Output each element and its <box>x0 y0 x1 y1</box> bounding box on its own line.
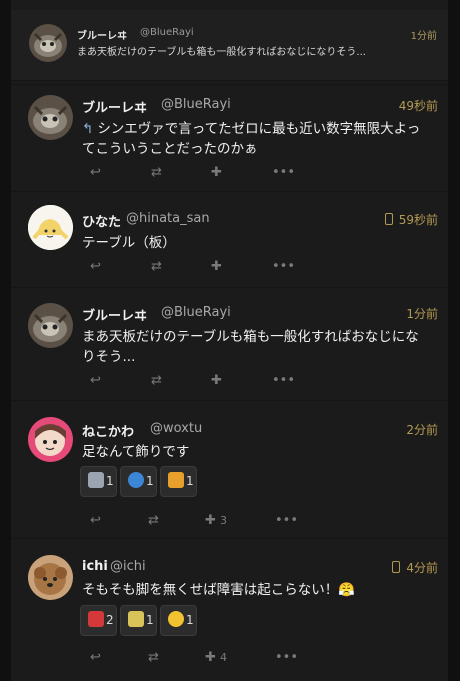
author-name[interactable]: ひなた <box>82 211 121 230</box>
more-icon[interactable]: ••• <box>275 650 298 665</box>
note-time[interactable]: 49秒前 <box>399 97 438 114</box>
note-time[interactable]: 1分前 <box>406 305 438 322</box>
avatar[interactable] <box>29 24 67 62</box>
emoji-reaction-icon <box>88 472 104 488</box>
more-icon[interactable]: ••• <box>272 259 295 274</box>
emoji-reaction-icon <box>168 472 184 488</box>
more-icon[interactable]: ••• <box>272 165 295 180</box>
plus-icon[interactable]: ✚ <box>211 373 222 388</box>
reaction-count: 4 <box>220 651 228 664</box>
author-handle[interactable]: @BlueRayi <box>161 305 231 320</box>
reply-arrow-icon: ↰ <box>82 121 94 137</box>
note-text: まあ天板だけのテーブルも箱も一般化すればおなじになりそう... <box>82 329 419 365</box>
notification-time[interactable]: 1分前 <box>411 27 437 42</box>
author-handle[interactable]: @BlueRayi <box>161 97 231 112</box>
emoji-reaction-icon <box>88 611 104 627</box>
emoji-reaction-icon <box>168 611 184 627</box>
note: ひなた @hinata_san 59秒前 テーブル（板） ↩ ⇄ ✚ ••• <box>11 191 448 288</box>
renote-icon[interactable]: ⇄ <box>151 165 162 180</box>
note-text: テーブル（板） <box>82 235 176 251</box>
author-name[interactable]: ichi <box>82 559 108 574</box>
plus-icon[interactable]: ✚ <box>211 165 222 180</box>
note-time[interactable]: 2分前 <box>406 421 438 438</box>
more-icon[interactable]: ••• <box>275 513 298 528</box>
author-name[interactable]: ブルーレヰ <box>82 305 147 324</box>
notification-handle[interactable]: @BlueRayi <box>140 27 194 38</box>
reaction-button[interactable]: 2 <box>80 605 117 636</box>
avatar[interactable] <box>28 95 73 140</box>
renote-icon[interactable]: ⇄ <box>148 650 159 665</box>
notification-card[interactable]: ブルーレヰ @BlueRayi 1分前 まあ天板だけのテーブルも箱も一般化すれば… <box>11 10 448 81</box>
phone-icon <box>392 561 401 573</box>
notification-text: まあ天板だけのテーブルも箱も一般化すればおなじになりそう... <box>77 47 366 58</box>
note: ブルーレヰ @BlueRayi 1分前 まあ天板だけのテーブルも箱も一般化すれば… <box>11 287 448 401</box>
note-text: ↰ シンエヴァで言ってたゼロに最も近い数字無限大よってこういうことだったのかぁ <box>82 119 432 159</box>
timeline-column: ブルーレヰ @BlueRayi 1分前 まあ天板だけのテーブルも箱も一般化すれば… <box>11 0 448 681</box>
avatar[interactable] <box>28 417 73 462</box>
avatar[interactable] <box>28 555 73 600</box>
note-body: シンエヴァで言ってたゼロに最も近い数字無限大よってこういうことだったのかぁ <box>82 121 421 157</box>
timeline-window: ブルーレヰ @BlueRayi 1分前 まあ天板だけのテーブルも箱も一般化すれば… <box>0 0 460 681</box>
renote-icon[interactable]: ⇄ <box>148 513 159 528</box>
reply-icon[interactable]: ↩ <box>90 373 101 388</box>
notification-name[interactable]: ブルーレヰ <box>77 27 127 42</box>
reply-icon[interactable]: ↩ <box>90 513 101 528</box>
more-icon[interactable]: ••• <box>272 373 295 388</box>
avatar[interactable] <box>28 205 73 250</box>
note: ブルーレヰ @BlueRayi 49秒前 ↰ シンエヴァで言ってたゼロに最も近い数… <box>11 84 448 192</box>
reply-icon[interactable]: ↩ <box>90 650 101 665</box>
reaction-count: 3 <box>220 514 228 527</box>
note-time[interactable]: 59秒前 <box>384 211 438 228</box>
reaction-button[interactable]: 1 <box>160 466 197 497</box>
note: ichi @ichi 4分前 そもそも脚を無くせば障害は起こらない！😤 2 1 … <box>11 538 448 681</box>
reaction-button[interactable]: 1 <box>120 605 157 636</box>
emoji-reaction-icon <box>128 472 144 488</box>
note-text: そもそも脚を無くせば障害は起こらない！😤 <box>82 582 356 598</box>
renote-icon[interactable]: ⇄ <box>151 259 162 274</box>
note-time[interactable]: 4分前 <box>392 559 438 576</box>
author-handle[interactable]: @hinata_san <box>126 211 210 226</box>
phone-icon <box>384 213 393 225</box>
note: ねこかわ @woxtu 2分前 足なんて飾りです 1 1 1 ↩ ⇄ ✚ 3 •… <box>11 400 448 539</box>
emoji-reaction-icon <box>128 611 144 627</box>
reply-icon[interactable]: ↩ <box>90 165 101 180</box>
author-handle[interactable]: @woxtu <box>150 421 202 436</box>
avatar[interactable] <box>28 303 73 348</box>
plus-icon[interactable]: ✚ 4 <box>205 650 227 665</box>
author-name[interactable]: ねこかわ <box>82 421 134 440</box>
reaction-button[interactable]: 1 <box>160 605 197 636</box>
plus-icon[interactable]: ✚ <box>211 259 222 274</box>
author-handle[interactable]: @ichi <box>110 559 146 574</box>
reply-icon[interactable]: ↩ <box>90 259 101 274</box>
reaction-button[interactable]: 1 <box>80 466 117 497</box>
author-name[interactable]: ブルーレヰ <box>82 97 147 116</box>
renote-icon[interactable]: ⇄ <box>151 373 162 388</box>
plus-icon[interactable]: ✚ 3 <box>205 513 227 528</box>
note-text: 足なんて飾りです <box>82 444 190 460</box>
reaction-button[interactable]: 1 <box>120 466 157 497</box>
